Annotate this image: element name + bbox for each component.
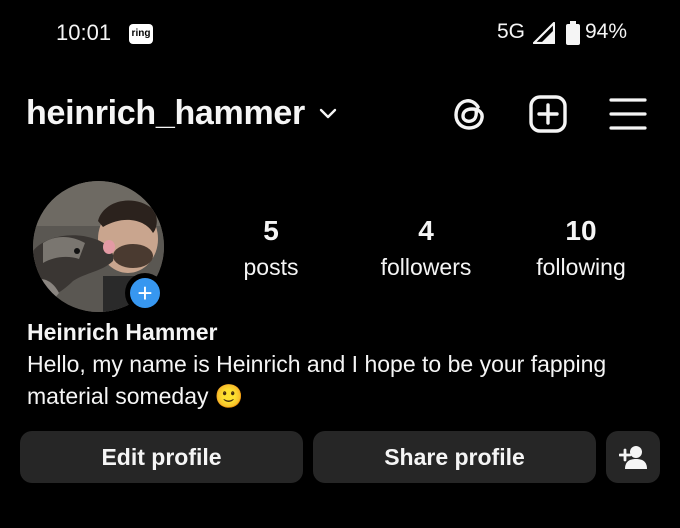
hamburger-menu-icon[interactable] [608, 96, 648, 132]
add-story-button[interactable]: + [125, 273, 165, 313]
profile-full-name: Heinrich Hammer [27, 319, 218, 345]
battery-percent: 94% [585, 20, 628, 43]
share-profile-button[interactable]: Share profile [313, 431, 596, 483]
ring-app-icon: ring [129, 24, 153, 44]
followers-count: 4 [418, 215, 434, 246]
plus-icon: + [130, 278, 160, 308]
posts-count: 5 [263, 215, 279, 246]
network-type: 5G [497, 20, 526, 43]
posts-stat[interactable]: 5 posts [201, 214, 341, 284]
edit-profile-button[interactable]: Edit profile [20, 431, 303, 483]
status-bar: 10:01 ring 5G 94% [0, 0, 680, 68]
profile-bio: Hello, my name is Heinrich and I hope to… [27, 351, 607, 409]
status-time: 10:01 [56, 20, 112, 45]
signal-icon [533, 22, 555, 44]
followers-label: followers [380, 254, 472, 280]
battery-icon [566, 21, 580, 45]
add-person-icon [619, 446, 647, 469]
following-stat[interactable]: 10 following [511, 214, 651, 284]
discover-people-button[interactable] [606, 431, 660, 483]
following-label: following [536, 254, 626, 280]
posts-label: posts [243, 254, 299, 280]
profile-username[interactable]: heinrich_hammer [26, 94, 305, 133]
following-count: 10 [565, 215, 597, 246]
threads-icon[interactable] [450, 94, 490, 134]
chevron-down-icon[interactable] [318, 106, 338, 120]
followers-stat[interactable]: 4 followers [356, 214, 496, 284]
create-post-icon[interactable] [528, 94, 568, 134]
